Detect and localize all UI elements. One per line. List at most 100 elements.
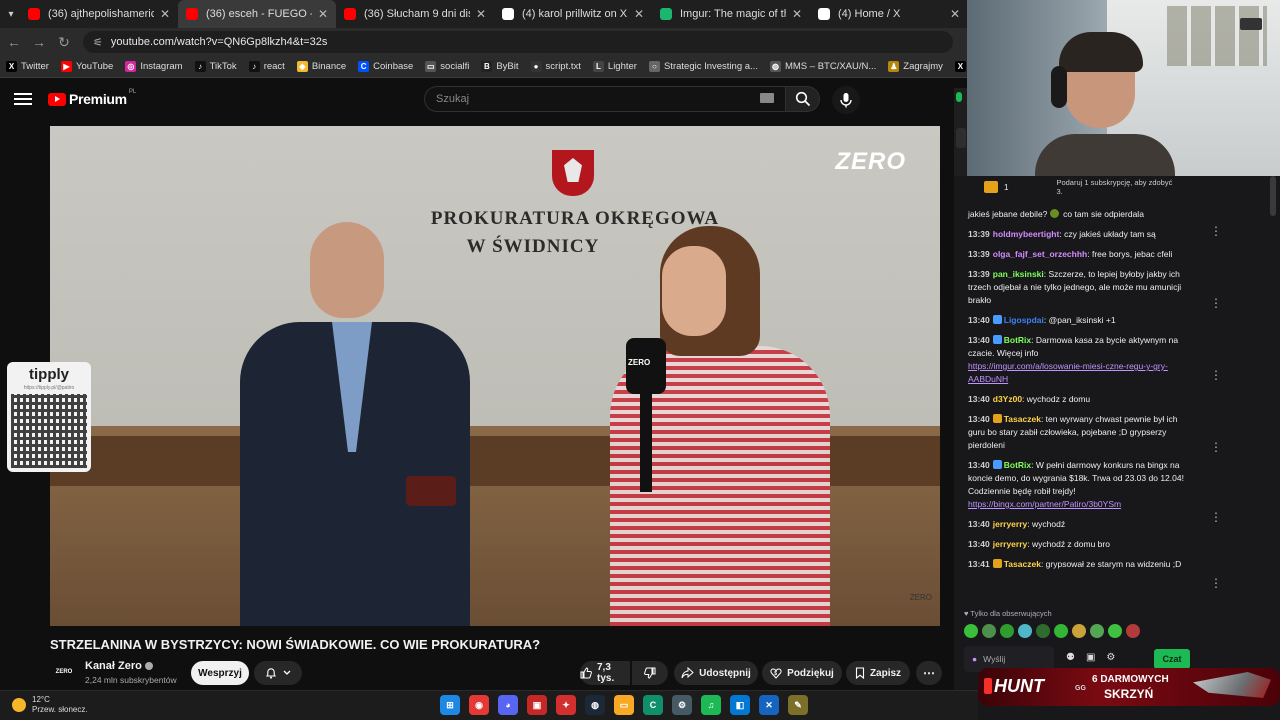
- chat-username[interactable]: olga_fajf_set_orzechhh: [993, 249, 1087, 259]
- bits-icon[interactable]: ⚉: [1066, 652, 1075, 663]
- steam-icon[interactable]: ◍: [585, 695, 605, 715]
- emote-icon[interactable]: [1072, 624, 1086, 638]
- chat-username[interactable]: Tasaczek: [1004, 559, 1041, 569]
- chat-options-icon[interactable]: ⋮: [1210, 440, 1222, 454]
- settings-icon[interactable]: ⚙: [1106, 652, 1115, 663]
- emote-icon[interactable]: [1090, 624, 1104, 638]
- bookmark-item[interactable]: ◎ Instagram: [125, 61, 183, 72]
- chat-link[interactable]: https://bingx.com/partner/Patiro/3b0YSm: [968, 499, 1121, 509]
- address-bar[interactable]: ⚟ youtube.com/watch?v=QN6Gp8lkzh4&t=32s: [83, 31, 953, 53]
- chrome-icon[interactable]: ◉: [469, 695, 489, 715]
- bookmark-item[interactable]: X Twitter: [6, 61, 49, 72]
- chat-scrollbar[interactable]: [1270, 176, 1276, 216]
- chat-link[interactable]: https://imgur.com/a/losowanie-miesi-czne…: [968, 361, 1168, 384]
- reload-button[interactable]: ↻: [53, 31, 75, 53]
- chat-username[interactable]: jerryerry: [993, 519, 1028, 529]
- chat-username[interactable]: Ligospdai: [1004, 315, 1044, 325]
- gift-sub-button[interactable]: Podaruj 1 subskrypcję, aby zdobyć 3.: [1056, 178, 1176, 196]
- emote-icon[interactable]: [1108, 624, 1122, 638]
- notifications-button[interactable]: [254, 661, 302, 685]
- browser-tab[interactable]: (4) karol prillwitz on X: "Niemie ✕: [494, 0, 652, 28]
- keyboard-icon[interactable]: [760, 93, 774, 103]
- like-button[interactable]: 7,3 tys.: [580, 661, 630, 685]
- close-icon[interactable]: ✕: [950, 7, 960, 21]
- chat-username[interactable]: Tasaczek: [1004, 414, 1041, 424]
- search-input[interactable]: Szukaj: [424, 86, 786, 112]
- bookmark-item[interactable]: ♪ react: [248, 61, 285, 72]
- tool-icon[interactable]: ✎: [788, 695, 808, 715]
- emote-icon[interactable]: [982, 624, 996, 638]
- antivirus-icon[interactable]: ✦: [556, 695, 576, 715]
- close-icon[interactable]: ✕: [792, 7, 802, 21]
- chat-options-icon[interactable]: ⋮: [1210, 368, 1222, 382]
- chat-options-icon[interactable]: ⋮: [1210, 224, 1222, 238]
- browser-tab[interactable]: (36) Słucham 9 dni dissu na raka ✕: [336, 0, 494, 28]
- bookmark-item[interactable]: L Lighter: [592, 61, 637, 72]
- chat-send-button[interactable]: Czat: [1154, 649, 1190, 669]
- close-icon[interactable]: ✕: [318, 7, 328, 21]
- browser-tab[interactable]: (36) esceh - FUEGO - YouTube ✕: [178, 0, 336, 28]
- bookmark-item[interactable]: ▶ YouTube: [60, 61, 113, 72]
- chat-options-icon[interactable]: ⋮: [1210, 510, 1222, 524]
- chat-options-icon[interactable]: ⋮: [1210, 296, 1222, 310]
- close-icon[interactable]: ✕: [160, 7, 170, 21]
- store-icon[interactable]: ◧: [730, 695, 750, 715]
- microphone-icon[interactable]: ●: [972, 654, 977, 664]
- back-button[interactable]: ←: [3, 31, 25, 53]
- close-icon[interactable]: ✕: [634, 7, 644, 21]
- emote-icon[interactable]: [1018, 624, 1032, 638]
- thanks-button[interactable]: $ Podziękuj: [762, 661, 842, 685]
- search-button[interactable]: [786, 86, 820, 112]
- site-info-icon[interactable]: ⚟: [93, 36, 103, 49]
- channel-avatar[interactable]: ZERO: [52, 664, 76, 680]
- edge-icon[interactable]: C: [643, 695, 663, 715]
- spotify-icon[interactable]: ♫: [701, 695, 721, 715]
- voice-search-button[interactable]: [832, 86, 860, 114]
- chat-username[interactable]: pan_iksinski: [993, 269, 1044, 279]
- bookmark-item[interactable]: ● script.txt: [530, 61, 581, 72]
- chat-username[interactable]: jerryerry: [993, 539, 1028, 549]
- x-icon[interactable]: ✕: [759, 695, 779, 715]
- forward-button[interactable]: →: [28, 31, 50, 53]
- emote-icon[interactable]: [1000, 624, 1014, 638]
- hunt-gg-promo-banner[interactable]: HUNT GG 6 DARMOWYCH SKRZYŃ: [978, 668, 1280, 706]
- more-actions-button[interactable]: ⋯: [916, 661, 942, 685]
- bookmark-item[interactable]: C Coinbase: [358, 61, 413, 72]
- chat-username[interactable]: BotRix: [1004, 335, 1031, 345]
- browser-tab[interactable]: Imgur: The magic of the Internet ✕: [652, 0, 810, 28]
- chat-options-icon[interactable]: ⋮: [1210, 576, 1222, 590]
- folder-icon[interactable]: ▭: [614, 695, 634, 715]
- dislike-button[interactable]: [632, 661, 668, 685]
- bookmark-item[interactable]: ◍ MMS – BTC/XAU/N...: [769, 61, 876, 72]
- close-icon[interactable]: ✕: [476, 7, 486, 21]
- emote-icon[interactable]: [1036, 624, 1050, 638]
- emote-icon[interactable]: [1054, 624, 1068, 638]
- bookmark-item[interactable]: B ByBit: [481, 61, 519, 72]
- emote-icon[interactable]: [964, 624, 978, 638]
- weather-widget[interactable]: 12°C Przew. słonecz.: [12, 695, 88, 715]
- browser-tab[interactable]: (36) ajthepolishamerican - YouTube ✕: [20, 0, 178, 28]
- chat-username[interactable]: holdmybeertight: [993, 229, 1060, 239]
- discord-icon[interactable]: ◕: [498, 695, 518, 715]
- video-player[interactable]: PROKURATURA OKRĘGOWA W ŚWIDNICY ZERO ZER…: [50, 126, 940, 626]
- browser-tab[interactable]: (4) Home / X ✕: [810, 0, 968, 28]
- windows-icon[interactable]: ⊞: [440, 695, 460, 715]
- youtube-logo[interactable]: Premium PL: [48, 89, 136, 107]
- gift-icon[interactable]: ▣: [1086, 652, 1095, 663]
- bookmark-item[interactable]: ♪ TikTok: [194, 61, 237, 72]
- emote-icon[interactable]: [1126, 624, 1140, 638]
- bookmark-item[interactable]: ◆ Binance: [296, 61, 346, 72]
- chat-username[interactable]: d3Yz00: [993, 394, 1022, 404]
- bookmark-item[interactable]: ▭ socialfi: [425, 61, 469, 72]
- bookmark-item[interactable]: ♟ Zagrajmy: [888, 61, 943, 72]
- channel-name-link[interactable]: Kanał Zero: [85, 660, 153, 672]
- save-button[interactable]: Zapisz: [846, 661, 910, 685]
- share-button[interactable]: Udostępnij: [674, 661, 758, 685]
- tab-search-button[interactable]: ▾: [6, 3, 16, 25]
- support-button[interactable]: Wesprzyj: [191, 661, 249, 685]
- menu-icon[interactable]: [14, 90, 32, 108]
- chat-username[interactable]: BotRix: [1004, 460, 1031, 470]
- app-icon[interactable]: ▣: [527, 695, 547, 715]
- bookmark-item[interactable]: ○ Strategic Investing a...: [648, 61, 758, 72]
- network-icon[interactable]: ⚙: [672, 695, 692, 715]
